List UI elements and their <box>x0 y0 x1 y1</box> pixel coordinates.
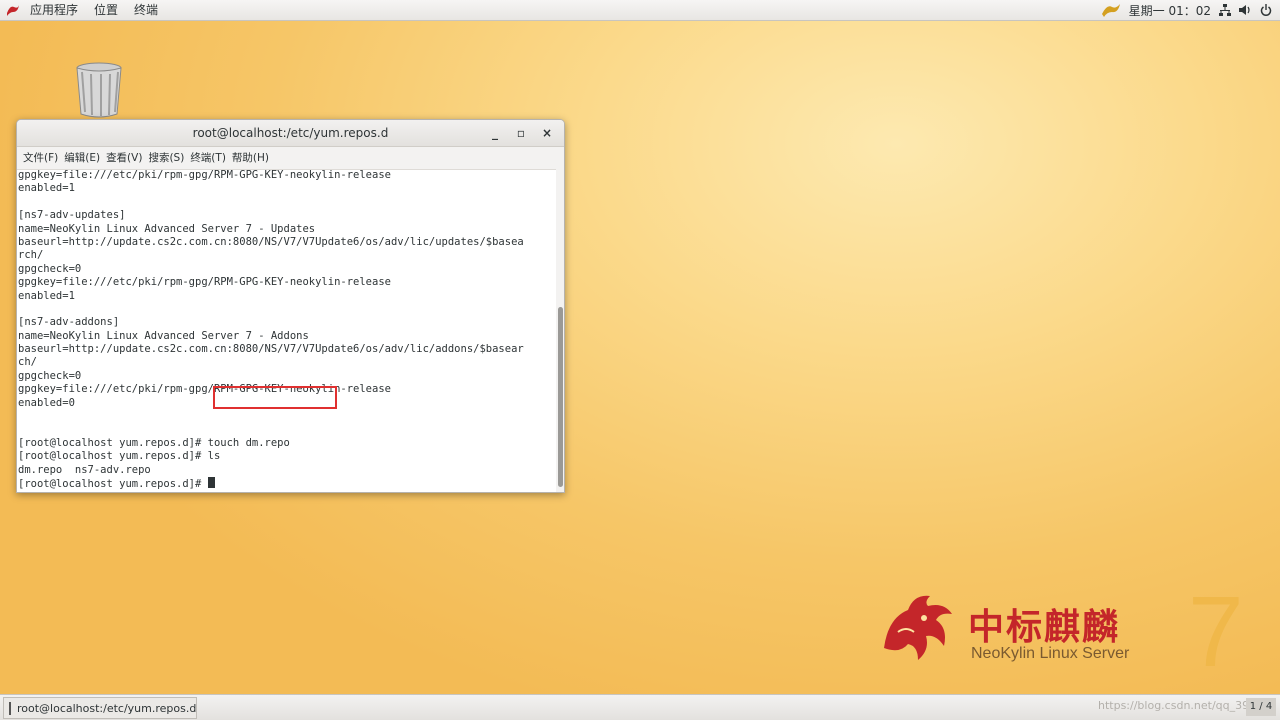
prompt-text: [root@localhost yum.repos.d]# <box>18 477 208 490</box>
top-right-tray: 星期一 01：02 <box>1101 0 1272 20</box>
maximize-button[interactable]: ▫ <box>510 123 532 143</box>
terminal-titlebar[interactable]: root@localhost:/etc/yum.repos.d _ ▫ × <box>17 120 564 147</box>
top-menu: 应用程序 位置 终端 <box>0 0 166 20</box>
terminal-line: [ns7-adv-addons] <box>18 316 120 329</box>
brand-chinese-name: 中标麒麟 <box>968 607 1121 648</box>
top-panel: 应用程序 位置 终端 星期一 01：02 <box>0 0 1280 21</box>
terminal-line: dm.repo ns7-adv.repo <box>18 463 151 476</box>
network-icon[interactable] <box>1219 4 1231 16</box>
menu-view[interactable]: 查看(V) <box>103 147 145 169</box>
neokylin-logo-icon[interactable] <box>6 3 20 17</box>
menu-terminal-ops[interactable]: 终端(T) <box>187 147 229 169</box>
terminal-output[interactable]: gpgkey=file:///etc/pki/rpm-gpg/RPM-GPG-K… <box>17 169 556 492</box>
terminal-cursor <box>207 476 215 488</box>
bottom-taskbar: root@localhost:/etc/yum.repos.d https://… <box>0 694 1280 720</box>
terminal-line: ch/ <box>18 356 37 369</box>
window-title: root@localhost:/etc/yum.repos.d <box>192 126 389 140</box>
window-controls: _ ▫ × <box>484 120 558 146</box>
terminal-line: enabled=1 <box>18 289 75 302</box>
terminal-line: baseurl=http://update.cs2c.com.cn:8080/N… <box>18 235 524 248</box>
power-icon[interactable] <box>1260 4 1272 16</box>
minimize-button[interactable]: _ <box>484 123 506 143</box>
menu-search[interactable]: 搜索(S) <box>145 147 187 169</box>
taskbar-window-item[interactable]: root@localhost:/etc/yum.repos.d <box>3 697 197 719</box>
kylin-logo-icon <box>884 595 952 660</box>
close-button[interactable]: × <box>536 123 558 143</box>
kylin-tray-icon[interactable] <box>1101 2 1121 18</box>
menu-edit[interactable]: 编辑(E) <box>61 147 103 169</box>
terminal-line: [root@localhost yum.repos.d]# ls <box>18 450 221 463</box>
brand-watermark: 中标麒麟 NeoKylin Linux Server 7 <box>878 582 1258 688</box>
terminal-line: [ns7-adv-updates] <box>18 209 126 222</box>
trash-icon[interactable] <box>72 60 126 118</box>
terminal-line: [root@localhost yum.repos.d]# touch dm.r… <box>18 436 290 449</box>
terminal-line: gpgcheck=0 <box>18 369 82 382</box>
terminal-line: rch/ <box>18 249 44 262</box>
terminal-line: baseurl=http://update.cs2c.com.cn:8080/N… <box>18 343 524 356</box>
terminal-menubar: 文件(F) 编辑(E) 查看(V) 搜索(S) 终端(T) 帮助(H) <box>17 147 564 170</box>
terminal-line: enabled=1 <box>18 182 75 195</box>
terminal-line: gpgkey=file:///etc/pki/rpm-gpg/RPM-GPG-K… <box>18 276 391 289</box>
menu-terminal[interactable]: 终端 <box>126 0 166 20</box>
terminal-prompt-line[interactable]: [root@localhost yum.repos.d]# <box>17 476 556 490</box>
url-watermark: https://blog.csdn.net/qq_3958 <box>1098 699 1264 712</box>
terminal-line: gpgcheck=0 <box>18 262 82 275</box>
menu-places[interactable]: 位置 <box>86 0 126 20</box>
menu-help[interactable]: 帮助(H) <box>229 147 272 169</box>
command-highlight-box <box>213 386 337 409</box>
terminal-window[interactable]: root@localhost:/etc/yum.repos.d _ ▫ × 文件… <box>16 119 565 493</box>
volume-icon[interactable] <box>1239 4 1252 16</box>
workspace-switcher[interactable]: 1 / 4 <box>1246 698 1276 716</box>
menu-applications[interactable]: 应用程序 <box>22 0 86 20</box>
clock[interactable]: 星期一 01：02 <box>1129 2 1211 19</box>
terminal-line: name=NeoKylin Linux Advanced Server 7 - … <box>18 329 309 342</box>
brand-english-name: NeoKylin Linux Server <box>971 645 1130 662</box>
terminal-line: name=NeoKylin Linux Advanced Server 7 - … <box>18 222 316 235</box>
brand-version-number: 7 <box>1188 576 1244 688</box>
terminal-icon <box>9 701 11 715</box>
scrollbar-thumb[interactable] <box>558 307 563 487</box>
menu-file[interactable]: 文件(F) <box>20 147 61 169</box>
terminal-line: gpgkey=file:///etc/pki/rpm-gpg/RPM-GPG-K… <box>18 169 391 181</box>
terminal-scrollbar[interactable] <box>556 169 564 492</box>
taskbar-window-label: root@localhost:/etc/yum.repos.d <box>17 701 197 715</box>
